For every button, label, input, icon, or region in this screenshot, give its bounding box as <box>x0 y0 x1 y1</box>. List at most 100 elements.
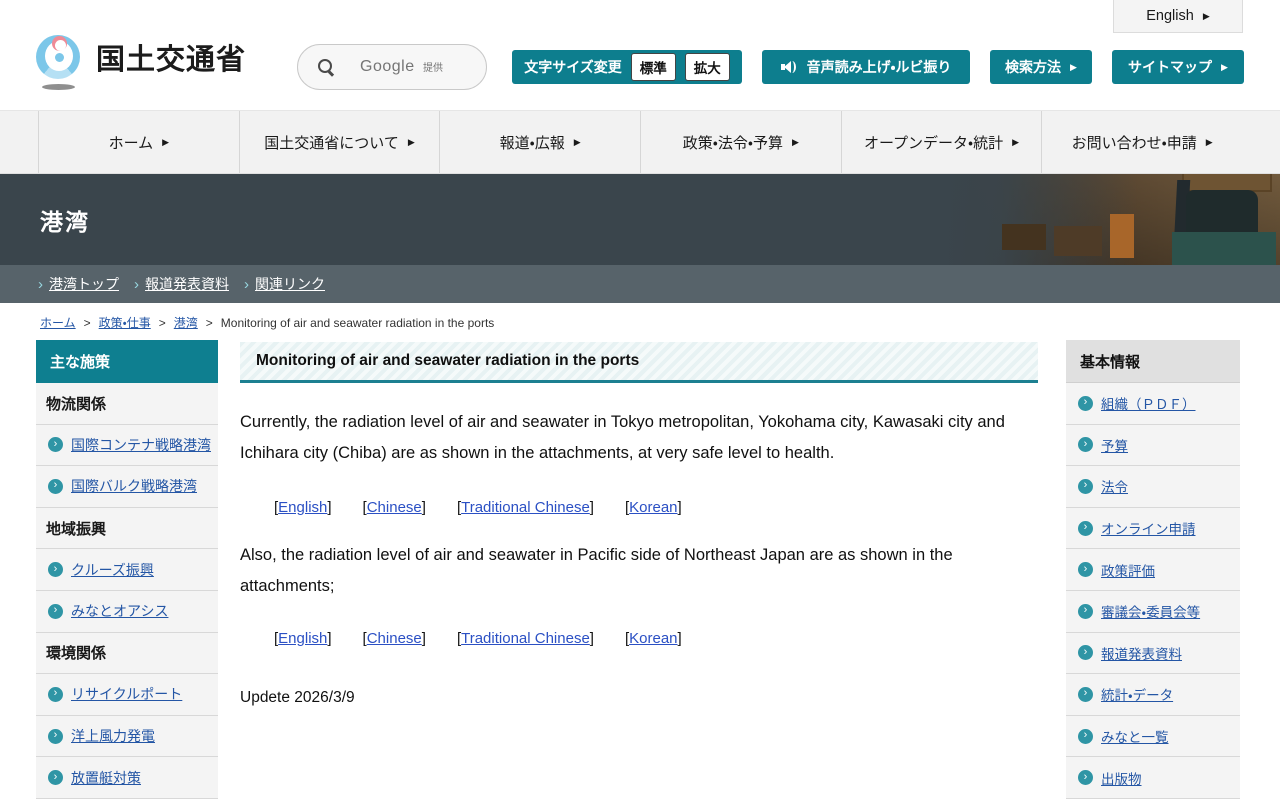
attachment-link-wrap: [Traditional Chinese] <box>456 499 594 516</box>
sidebar-row: › 報道発表資料 <box>1066 632 1240 675</box>
attachment-link[interactable]: English <box>278 630 327 647</box>
sidebar-item[interactable]: 政策評価 <box>1101 560 1155 580</box>
chevron-circle-icon: › <box>1078 770 1093 786</box>
chevron-circle-icon: › <box>48 603 63 619</box>
breadcrumb-separator: > <box>83 315 91 330</box>
arrow-right-icon: ▶ <box>162 136 170 147</box>
chevron-right-icon: › <box>38 275 43 293</box>
font-size-standard-button[interactable]: 標準 <box>630 53 676 81</box>
nav-item[interactable]: 政策・法令・予算 ▶ <box>640 111 841 173</box>
breadcrumb-link[interactable]: 政策・仕事 <box>99 314 151 331</box>
chevron-right-icon: › <box>134 275 139 293</box>
sidebar-row: › 出版物 <box>1066 757 1240 799</box>
arrow-right-icon: ▶ <box>573 136 581 147</box>
sidebar-row[interactable]: › 国際バルク戦略港湾 <box>36 466 218 508</box>
sidebar-item[interactable]: リサイクルポート <box>71 684 182 704</box>
site-search[interactable]: Google 提供 <box>297 44 487 90</box>
sidebar-row: › 物流関係 <box>36 383 218 425</box>
breadcrumb-link[interactable]: ホーム <box>40 314 76 331</box>
nav-item[interactable]: 国土交通省について ▶ <box>238 111 440 173</box>
english-button[interactable]: English ▶ <box>1113 0 1243 33</box>
sitemap-button[interactable]: サイトマップ ▶ <box>1112 50 1244 84</box>
mlit-logo[interactable]: 国土交通省 <box>36 33 246 90</box>
header-toolbar: 文字サイズ変更 標準 拡大 音声読み上げ・ルビ振り 検索方法 ▶ サイトマップ … <box>512 50 1244 84</box>
attachment-link[interactable]: Chinese <box>367 499 422 516</box>
attachment-link-wrap: [Chinese] <box>362 499 426 516</box>
chevron-circle-icon: › <box>1078 728 1093 744</box>
sidebar-item[interactable]: 出版物 <box>1101 768 1142 788</box>
attachment-link-wrap: [Korean] <box>624 499 682 516</box>
chevron-circle-icon: › <box>48 728 63 744</box>
search-method-button[interactable]: 検索方法 ▶ <box>990 50 1092 84</box>
attachment-link-wrap: [Korean] <box>624 630 682 647</box>
attachment-link-wrap: [English] <box>274 499 332 516</box>
subnav-link: › 港湾トップ <box>38 274 119 294</box>
subnav-link: › 関連リンク <box>244 274 325 294</box>
subnav-anchor[interactable]: 関連リンク <box>255 274 325 294</box>
sidebar-row: › 環境関係 <box>36 632 218 675</box>
sidebar-row: › 統計・データ <box>1066 674 1240 716</box>
sidebar-row[interactable]: › リサイクルポート <box>36 674 218 716</box>
right-sidebar-title: 基本情報 <box>1066 340 1240 383</box>
sidebar-item[interactable]: 国際コンテナ戦略港湾 <box>71 435 211 455</box>
attachment-link[interactable]: Traditional Chinese <box>461 630 590 647</box>
sidebar-item[interactable]: 組織（ＰＤＦ） <box>1101 393 1196 413</box>
sidebar-item[interactable]: 洋上風力発電 <box>71 726 155 746</box>
attachment-link-wrap: [English] <box>274 630 332 647</box>
harbor-photo <box>940 174 1280 265</box>
arrow-right-icon: ▶ <box>407 136 415 147</box>
sidebar-item[interactable]: みなとオアシス <box>71 601 168 621</box>
sidebar-item[interactable]: みなと一覧 <box>1101 726 1169 746</box>
sidebar-item[interactable]: 予算 <box>1101 435 1128 455</box>
sidebar-item[interactable]: オンライン申請 <box>1101 518 1196 538</box>
subnav-anchor[interactable]: 報道発表資料 <box>145 274 229 294</box>
sidebar-item[interactable]: 報道発表資料 <box>1101 643 1182 663</box>
sidebar-row[interactable]: › 洋上風力発電 <box>36 715 218 758</box>
sidebar-row[interactable]: › 国際コンテナ戦略港湾 <box>36 424 218 467</box>
breadcrumb-link[interactable]: 港湾 <box>174 314 198 331</box>
voice-reading-button[interactable]: 音声読み上げ・ルビ振り <box>762 50 970 84</box>
arrow-right-icon: ▶ <box>1221 61 1228 72</box>
sidebar-item[interactable]: 放置艇対策 <box>71 768 141 788</box>
left-sidebar-title: 主な施策 <box>36 340 218 383</box>
left-sidebar: 主な施策 › 物流関係 › 国際コンテナ戦略港湾 › 国際バルク戦略港湾 › 地… <box>36 340 218 799</box>
page-banner: 港湾 <box>0 174 1280 265</box>
font-size-button[interactable]: 文字サイズ変更 標準 拡大 <box>512 50 742 84</box>
sidebar-item[interactable]: 法令 <box>1101 476 1128 496</box>
nav-item[interactable]: オープンデータ・統計 ▶ <box>840 111 1042 173</box>
sidebar-item[interactable]: 審議会・委員会等 <box>1101 601 1200 621</box>
nav-item[interactable]: お問い合わせ・申請 ▶ <box>1041 111 1242 173</box>
main-content: Monitoring of air and seawater radiation… <box>240 342 1038 707</box>
search-provided-by-label: 提供 <box>423 63 444 74</box>
sidebar-item[interactable]: 統計・データ <box>1101 684 1173 704</box>
paragraph-1: Currently, the radiation level of air an… <box>240 413 1005 462</box>
breadcrumb: ホーム > 政策・仕事 > 港湾 > Monitoring of air and… <box>40 314 494 331</box>
global-nav: ホーム ▶ 国土交通省について ▶ 報道・広報 ▶ 政策・法令・予算 ▶ オープ… <box>0 110 1280 174</box>
attachment-link-wrap: [Chinese] <box>362 630 426 647</box>
sidebar-item: 地域振興 <box>46 520 107 538</box>
subnav-anchor[interactable]: 港湾トップ <box>49 274 119 294</box>
chevron-circle-icon: › <box>1078 686 1093 702</box>
attachment-link[interactable]: English <box>278 499 327 516</box>
chevron-circle-icon: › <box>1078 478 1093 494</box>
attachment-link[interactable]: Chinese <box>367 630 422 647</box>
attachment-link[interactable]: Traditional Chinese <box>461 499 590 516</box>
sidebar-item[interactable]: 国際バルク戦略港湾 <box>71 476 197 496</box>
attachment-link[interactable]: Korean <box>629 499 677 516</box>
breadcrumb-separator: > <box>158 315 166 330</box>
attachment-link-wrap: [Traditional Chinese] <box>456 630 594 647</box>
sidebar-row[interactable]: › 放置艇対策 <box>36 757 218 799</box>
sidebar-item[interactable]: クルーズ振興 <box>71 560 154 580</box>
font-size-large-button[interactable]: 拡大 <box>684 53 730 81</box>
arrow-right-icon: ▶ <box>1202 10 1210 21</box>
article-title: Monitoring of air and seawater radiation… <box>240 342 1038 383</box>
arrow-right-icon: ▶ <box>1205 136 1213 147</box>
chevron-circle-icon: › <box>48 437 63 453</box>
nav-item[interactable]: 報道・広報 ▶ <box>439 111 640 173</box>
sidebar-row[interactable]: › クルーズ振興 <box>36 549 218 591</box>
nav-item[interactable]: ホーム ▶ <box>38 111 239 173</box>
attachment-links-1: [English] [Chinese] [Traditional Chinese… <box>274 499 1038 516</box>
attachment-link[interactable]: Korean <box>629 630 677 647</box>
sidebar-row: › 予算 <box>1066 424 1240 467</box>
sidebar-row[interactable]: › みなとオアシス <box>36 590 218 633</box>
